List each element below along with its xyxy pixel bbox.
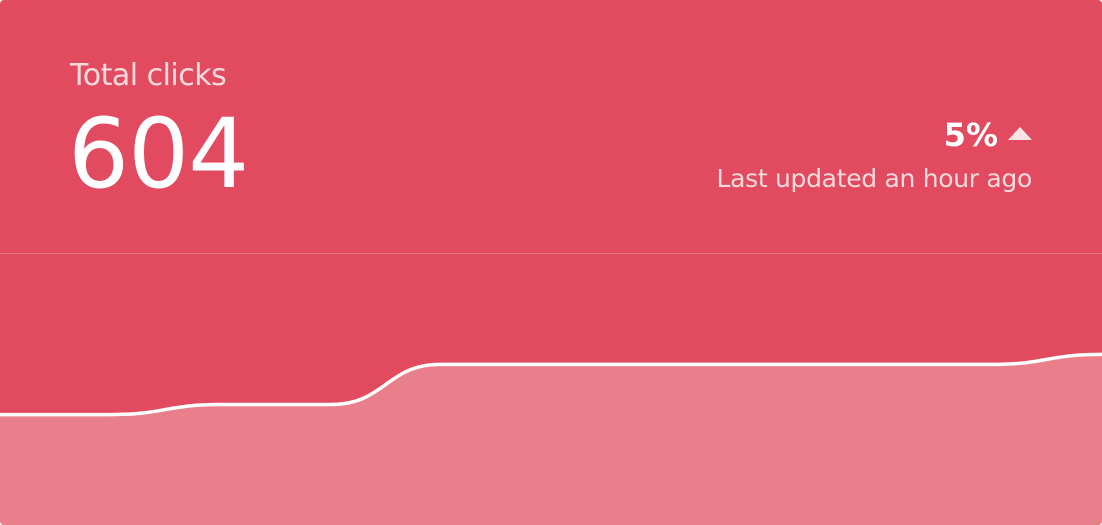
change-indicator: 5% bbox=[944, 116, 1032, 154]
card-value: 604 bbox=[68, 98, 249, 210]
chart-area-fill bbox=[0, 354, 1102, 525]
triangle-up-icon bbox=[1008, 126, 1032, 140]
clicks-area-chart bbox=[0, 352, 1102, 525]
total-clicks-card: Total clicks 604 5% Last updated an hour… bbox=[0, 0, 1102, 525]
change-percent: 5% bbox=[943, 116, 998, 154]
card-title: Total clicks bbox=[70, 58, 227, 93]
last-updated-text: Last updated an hour ago bbox=[716, 164, 1032, 193]
